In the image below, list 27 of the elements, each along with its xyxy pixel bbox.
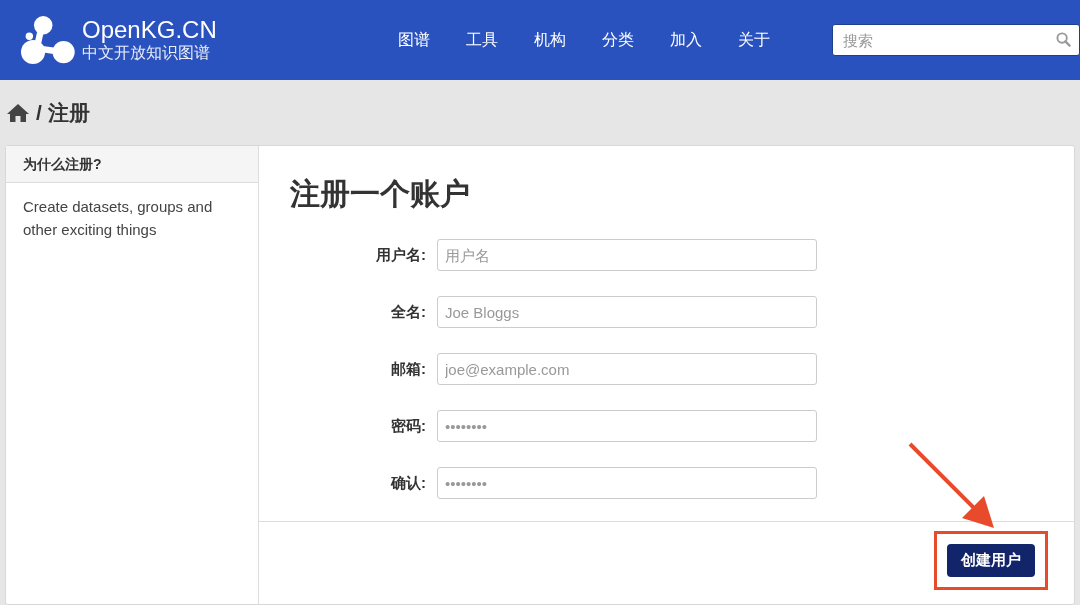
sidebar-text: Create datasets, groups and other exciting things: [23, 197, 214, 240]
field-label: 用户名:: [375, 245, 426, 265]
field-label: 全名:: [390, 302, 426, 322]
input-field[interactable]: joe@example.com: [437, 353, 817, 385]
site-name[interactable]: OpenKG.CN: [82, 17, 217, 43]
search-field[interactable]: 搜索: [832, 24, 1080, 56]
field-label: 密码:: [390, 416, 426, 436]
breadcrumb-current: 注册: [47, 99, 90, 126]
nav-link[interactable]: 关于: [720, 29, 789, 51]
search-icon[interactable]: [1056, 32, 1071, 47]
field-label: 确认:: [389, 473, 426, 493]
site-subtitle: 中文开放知识图谱: [82, 44, 210, 63]
input-field[interactable]: ••••••••: [437, 410, 817, 442]
form-title: 注册一个账户: [290, 176, 471, 212]
nav-link[interactable]: 分类: [584, 29, 653, 51]
sidebar-heading: 为什么注册?: [6, 146, 258, 183]
create-user-button[interactable]: 创建用户: [947, 544, 1035, 577]
nav-link[interactable]: 图谱: [380, 29, 449, 51]
input-field[interactable]: Joe Bloggs: [437, 296, 817, 328]
breadcrumb-separator: /: [36, 100, 42, 125]
nav-link[interactable]: 机构: [516, 29, 585, 51]
input-field[interactable]: 用户名: [437, 239, 817, 271]
input-field[interactable]: ••••••••: [437, 467, 817, 499]
nav-link[interactable]: 工具: [448, 29, 517, 51]
field-label: 邮箱:: [390, 359, 426, 379]
nav-link[interactable]: 加入: [652, 29, 721, 51]
home-icon[interactable]: [6, 102, 30, 123]
